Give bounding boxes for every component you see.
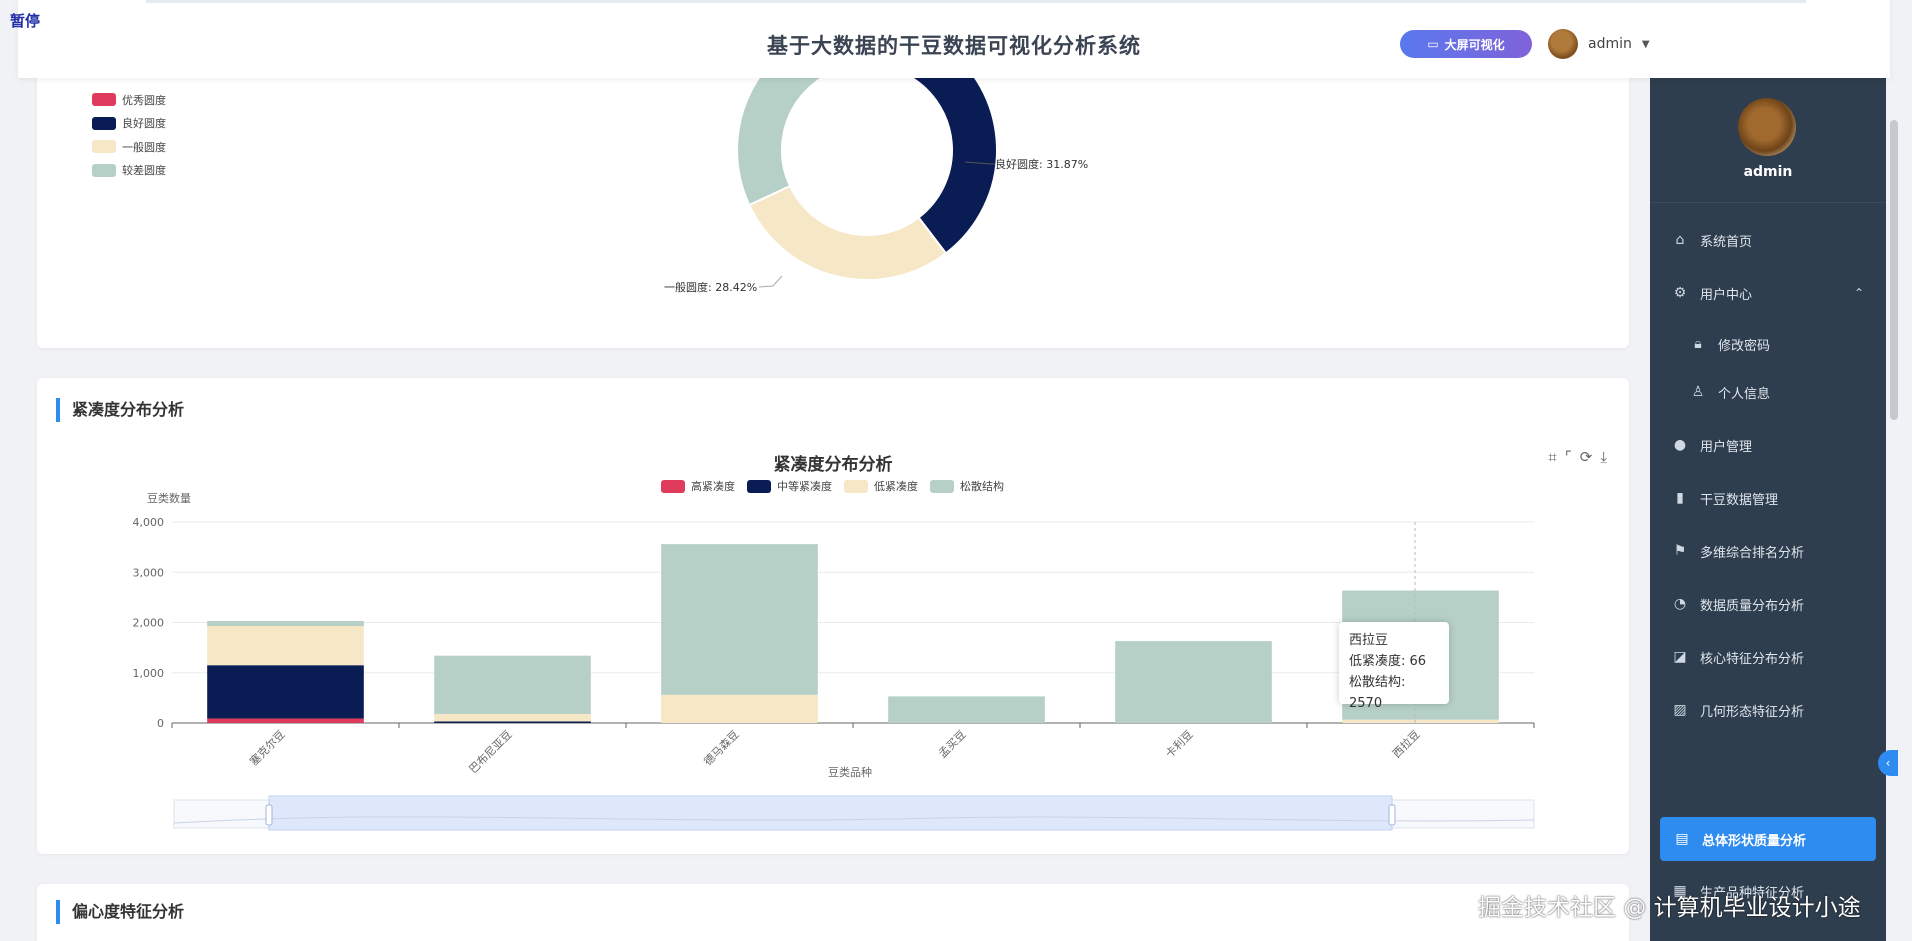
roundness-donut-chart: 良好圆度: 31.87% 一般圆度: 28.42%: [37, 40, 1629, 294]
sidebar-item-label: 总体形状质量分析: [1702, 833, 1807, 849]
datazoom-window[interactable]: [268, 795, 1393, 831]
user-menu[interactable]: admin ▼: [1548, 29, 1650, 59]
gear-icon: ⚙: [1673, 285, 1687, 301]
person-icon: ●: [1673, 437, 1687, 453]
sidebar-item-profile[interactable]: ♙ 个人信息: [1650, 370, 1886, 414]
clipboard-icon: ▤: [1675, 831, 1689, 847]
bar-segment[interactable]: [1115, 641, 1272, 723]
sidebar-item-label: 修改密码: [1718, 338, 1771, 354]
x-tick-label: 卡利豆: [1163, 728, 1196, 761]
datazoom-handle-left[interactable]: [265, 804, 273, 826]
bar-segment[interactable]: [207, 718, 364, 723]
user-icon: ♙: [1691, 384, 1705, 400]
bar-tooltip: 西拉豆 低紧凑度: 66 松散结构: 2570: [1339, 622, 1449, 711]
sidebar-item-home[interactable]: ⌂ 系统首页: [1650, 218, 1886, 262]
sidebar-item-label: 用户管理: [1700, 439, 1753, 455]
app-root: 暂停 优秀圆度 良好圆度 一般圆度 较差圆度 良好圆度: 31.87% 一般圆度…: [0, 0, 1912, 941]
line-chart-icon: ◪: [1673, 649, 1687, 665]
donut-slice-2[interactable]: [747, 184, 948, 281]
y-tick-label: 0: [157, 717, 164, 730]
avatar: [1548, 29, 1578, 59]
image-icon: ▨: [1673, 702, 1687, 718]
sidebar-item-bean-data[interactable]: ▮ 干豆数据管理: [1650, 476, 1886, 520]
bar-segment[interactable]: [661, 544, 818, 695]
bigscreen-button[interactable]: ▭ 大屏可视化: [1400, 30, 1532, 58]
y-tick-label: 1,000: [133, 667, 165, 680]
bar-segment[interactable]: [207, 626, 364, 666]
x-tick-label: 西拉豆: [1389, 727, 1422, 760]
tooltip-title: 西拉豆: [1349, 633, 1389, 648]
bar-segment[interactable]: [888, 696, 1045, 723]
y-axis-title: 豆类数量: [147, 491, 191, 505]
sidebar-item-label: 用户中心: [1700, 287, 1753, 303]
top-header: 基于大数据的干豆数据可视化分析系统 ▭ 大屏可视化 admin ▼: [18, 0, 1890, 78]
sidebar-item-change-password[interactable]: 🔒︎ 修改密码: [1650, 322, 1886, 366]
y-tick-label: 2,000: [133, 617, 165, 630]
donut-label-good: 良好圆度: 31.87%: [995, 157, 1088, 171]
sidebar: admin ⌂ 系统首页 ⚙ 用户中心 ⌃ 🔒︎ 修改密码 ♙ 个人信息 ● 用户管理 ▮ 干…: [1650, 78, 1886, 941]
sidebar-item-label: 核心特征分布分析: [1700, 651, 1805, 667]
datazoom-handle-right[interactable]: [1388, 804, 1396, 826]
y-tick-label: 3,000: [133, 566, 165, 579]
sidebar-avatar: [1738, 98, 1796, 156]
x-axis-title: 豆类品种: [828, 765, 872, 779]
bar-segment[interactable]: [207, 620, 364, 627]
bar-segment[interactable]: [434, 655, 591, 714]
sidebar-username: admin: [1743, 164, 1793, 180]
tooltip-line-loose: 松散结构: 2570: [1349, 675, 1406, 711]
sidebar-item-label: 个人信息: [1718, 386, 1771, 402]
sidebar-item-label: 系统首页: [1700, 234, 1753, 250]
bar-chart-icon: ▮: [1676, 490, 1684, 506]
sidebar-item-ranking[interactable]: ⚑ 多维综合排名分析: [1650, 529, 1886, 573]
monitor-icon: ▭: [1427, 37, 1439, 51]
bar-segment[interactable]: [434, 721, 591, 723]
x-tick-label: 孟买豆: [936, 728, 969, 761]
bar-segment[interactable]: [661, 694, 818, 723]
sidebar-item-user-management[interactable]: ● 用户管理: [1650, 423, 1886, 467]
label-line-general: [758, 275, 783, 288]
home-icon: ⌂: [1675, 232, 1685, 248]
tooltip-line-low: 低紧凑度: 66: [1349, 654, 1427, 669]
bigscreen-label: 大屏可视化: [1444, 37, 1505, 52]
sidebar-item-user-center[interactable]: ⚙ 用户中心 ⌃: [1650, 271, 1886, 315]
caret-down-icon: ▼: [1641, 38, 1650, 50]
sidebar-item-quality-distribution[interactable]: ◔ 数据质量分布分析: [1650, 582, 1886, 626]
sidebar-divider: [1650, 202, 1886, 203]
section-title: 偏心度特征分析: [56, 900, 184, 924]
pause-tag[interactable]: 暂停: [10, 10, 40, 31]
chevron-left-icon: ‹: [1885, 756, 1891, 770]
pie-icon: ◔: [1673, 596, 1687, 612]
bar-segment[interactable]: [207, 665, 364, 719]
sidebar-item-label: 几何形态特征分析: [1700, 704, 1805, 720]
bar-segment[interactable]: [434, 713, 591, 722]
sidebar-item-label: 干豆数据管理: [1700, 492, 1779, 508]
x-tick-label: 德马森豆: [701, 727, 742, 768]
watermark: 掘金技术社区 @ 计算机毕业设计小途: [1478, 895, 1861, 921]
username-label: admin: [1588, 36, 1632, 52]
sidebar-item-geometry[interactable]: ▨ 几何形态特征分析: [1650, 688, 1886, 732]
chevron-up-icon: ⌃: [1853, 286, 1864, 300]
sidebar-item-label: 多维综合排名分析: [1700, 545, 1805, 561]
roundness-card: 优秀圆度 良好圆度 一般圆度 较差圆度 良好圆度: 31.87% 一般圆度: 2…: [37, 40, 1629, 348]
sidebar-item-core-features[interactable]: ◪ 核心特征分布分析: [1650, 635, 1886, 679]
lock-icon: 🔒︎: [1694, 336, 1702, 352]
sidebar-item-label: 数据质量分布分析: [1700, 598, 1805, 614]
compactness-card: 紧凑度分布分析 紧凑度分布分析 高紧凑度 中等紧凑度 低紧凑度 松散结构 ⌗ ⌜…: [37, 378, 1629, 854]
sidebar-collapse-button[interactable]: ‹: [1878, 750, 1898, 776]
browser-bar-edge: [146, 0, 1806, 3]
bar-segment[interactable]: [1342, 719, 1499, 723]
x-tick-label: 塞克尔豆: [247, 727, 288, 768]
eccentricity-card: 偏心度特征分析: [37, 884, 1629, 941]
sidebar-item-shape-quality[interactable]: ▤ 总体形状质量分析: [1660, 817, 1876, 861]
donut-label-general: 一般圆度: 28.42%: [664, 280, 757, 294]
y-tick-label: 4,000: [133, 516, 165, 529]
scrollbar[interactable]: [1890, 120, 1898, 420]
x-tick-label: 巴布尼亚豆: [467, 728, 515, 776]
compactness-bar-chart[interactable]: 0 1,000 2,000 3,000 4,000 塞克尔豆 巴布尼亚豆 德马森豆 孟买豆 卡利豆…: [37, 378, 1629, 854]
flag-icon: ⚑: [1673, 543, 1687, 559]
